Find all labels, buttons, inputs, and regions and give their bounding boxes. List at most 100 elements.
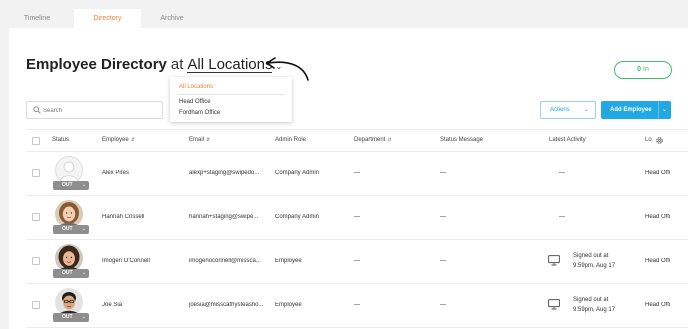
column-status-message: Status Message bbox=[440, 137, 484, 143]
employee-role: Employee bbox=[275, 258, 302, 264]
row-checkbox[interactable] bbox=[32, 301, 40, 309]
chevron-down-icon: ⌄ bbox=[81, 314, 86, 320]
employee-location: Head Offi bbox=[645, 258, 671, 264]
status-badge[interactable]: OUT ⌄ bbox=[53, 181, 89, 190]
employee-role: Employee bbox=[275, 302, 302, 308]
sort-icon[interactable]: ⇵ bbox=[131, 137, 135, 143]
employee-role: Company Admin bbox=[275, 214, 320, 220]
employee-department: — bbox=[354, 214, 360, 220]
table-row[interactable]: OUT ⌄ Imogen O'Connell imogenoconnell@mis… bbox=[26, 240, 688, 284]
search-icon bbox=[33, 106, 41, 114]
location-option-all[interactable]: All Locations bbox=[179, 84, 213, 90]
table-row[interactable]: OUT ⌄ Joe Sia joesia@misscathysteasho... … bbox=[26, 284, 688, 328]
add-employee-button[interactable]: Add Employee ⌄ bbox=[601, 101, 671, 119]
employee-department: — bbox=[354, 302, 360, 308]
employee-latest-activity: — bbox=[559, 214, 565, 220]
location-dropdown-menu: All Locations Head Office Fordham Office bbox=[170, 77, 292, 122]
avatar bbox=[55, 288, 83, 316]
employee-email: joesia@misscathysteasho... bbox=[189, 302, 264, 308]
row-checkbox[interactable] bbox=[32, 213, 40, 221]
column-latest-activity: Latest Activity bbox=[549, 137, 586, 143]
column-location: Lo bbox=[645, 137, 652, 143]
status-badge[interactable]: OUT ⌄ bbox=[53, 313, 89, 322]
chevron-down-icon[interactable]: ⌄ bbox=[662, 101, 667, 119]
employee-department: — bbox=[354, 170, 360, 176]
employee-latest-activity: — bbox=[559, 170, 565, 176]
row-checkbox[interactable] bbox=[32, 169, 40, 177]
employee-location: Head Offi bbox=[645, 214, 671, 220]
employee-email: imogenoconnell@missca... bbox=[189, 258, 261, 264]
select-all-checkbox[interactable] bbox=[32, 137, 40, 145]
chevron-down-icon: ⌄ bbox=[81, 270, 86, 276]
gear-icon[interactable] bbox=[655, 136, 664, 145]
user-photo-icon bbox=[55, 288, 83, 316]
actions-button[interactable]: Actions ⌄ bbox=[540, 101, 596, 119]
status-badge-label: OUT bbox=[62, 182, 73, 188]
table-header: Status Employee ⇵ Email ⇵ Admin Role Depar… bbox=[26, 129, 688, 152]
chevron-down-icon: ⌄ bbox=[81, 182, 86, 188]
button-divider bbox=[658, 101, 659, 119]
column-admin-role: Admin Role bbox=[275, 137, 307, 143]
sort-icon[interactable]: ⇵ bbox=[206, 137, 210, 143]
tab-timeline[interactable]: Timeline bbox=[0, 9, 74, 28]
employee-name[interactable]: Hannah Crissell bbox=[102, 214, 144, 220]
activity-time: 9:59pm, Aug 17 bbox=[573, 263, 616, 269]
user-placeholder-icon bbox=[55, 156, 83, 184]
table-row[interactable]: OUT ⌄ Hannah Crissell hannah+staging@swip… bbox=[26, 196, 688, 240]
employee-latest-activity: Signed out at 9:59pm, Aug 17 bbox=[573, 295, 615, 315]
chevron-down-icon: ⌄ bbox=[81, 226, 86, 232]
avatar bbox=[55, 156, 83, 184]
row-checkbox[interactable] bbox=[32, 257, 40, 265]
clocked-in-label: In bbox=[643, 66, 649, 73]
user-photo-icon bbox=[55, 244, 83, 272]
monitor-icon bbox=[548, 299, 560, 310]
tab-archive[interactable]: Archive bbox=[141, 9, 203, 28]
tab-bar: Timeline Directory Archive bbox=[0, 9, 203, 28]
status-badge[interactable]: OUT ⌄ bbox=[53, 225, 89, 234]
column-employee-label: Employee bbox=[102, 137, 129, 143]
location-option-head-office[interactable]: Head Office bbox=[179, 99, 211, 105]
employee-status-message: — bbox=[440, 214, 446, 220]
activity-line: Signed out at bbox=[573, 297, 609, 303]
search-input[interactable] bbox=[43, 104, 153, 117]
employee-role: Company Admin bbox=[275, 170, 320, 176]
column-employee[interactable]: Employee ⇵ bbox=[102, 137, 135, 143]
page-title: Employee Directory at All Locations ⌄ bbox=[26, 56, 282, 73]
column-email-label: Email bbox=[189, 137, 205, 143]
column-department-label: Department bbox=[354, 137, 386, 143]
search-box bbox=[26, 101, 163, 119]
monitor-icon bbox=[548, 255, 560, 266]
employee-name[interactable]: Imogen O'Connell bbox=[102, 258, 150, 264]
employee-email: hannah+staging@swipe... bbox=[189, 214, 259, 220]
employee-status-message: — bbox=[440, 302, 446, 308]
employee-email: alexp+staging@swipedo... bbox=[189, 170, 260, 176]
column-department[interactable]: Department ⇵ bbox=[354, 137, 392, 143]
sort-icon[interactable]: ⇵ bbox=[387, 137, 391, 143]
employee-location: Head Offi bbox=[645, 170, 671, 176]
employee-name[interactable]: Alex Pires bbox=[102, 170, 129, 176]
employee-department: — bbox=[354, 258, 360, 264]
clocked-in-counter[interactable]: 0 In bbox=[614, 61, 672, 79]
status-badge-label: OUT bbox=[62, 270, 73, 276]
page-title-at: at bbox=[170, 56, 184, 73]
table-row[interactable]: OUT ⌄ Alex Pires alexp+staging@swipedo...… bbox=[26, 152, 688, 196]
location-option-fordham-office[interactable]: Fordham Office bbox=[179, 110, 220, 116]
column-email[interactable]: Email ⇵ bbox=[189, 137, 210, 143]
employee-status-message: — bbox=[440, 258, 446, 264]
employee-name[interactable]: Joe Sia bbox=[102, 302, 122, 308]
page-title-text: Employee Directory bbox=[26, 56, 167, 73]
avatar bbox=[55, 244, 83, 272]
status-badge[interactable]: OUT ⌄ bbox=[53, 269, 89, 278]
status-badge-label: OUT bbox=[62, 226, 73, 232]
activity-line: Signed out at bbox=[573, 253, 609, 259]
employee-location: Head Offi bbox=[645, 302, 671, 308]
tab-directory[interactable]: Directory bbox=[74, 9, 141, 28]
avatar bbox=[55, 200, 83, 228]
status-badge-label: OUT bbox=[62, 314, 73, 320]
dropdown-divider bbox=[177, 94, 285, 95]
actions-label: Actions bbox=[550, 107, 570, 113]
chevron-down-icon: ⌄ bbox=[583, 107, 589, 113]
location-selector[interactable]: All Locations bbox=[187, 57, 273, 73]
employee-status-message: — bbox=[440, 170, 446, 176]
column-status: Status bbox=[52, 137, 70, 143]
